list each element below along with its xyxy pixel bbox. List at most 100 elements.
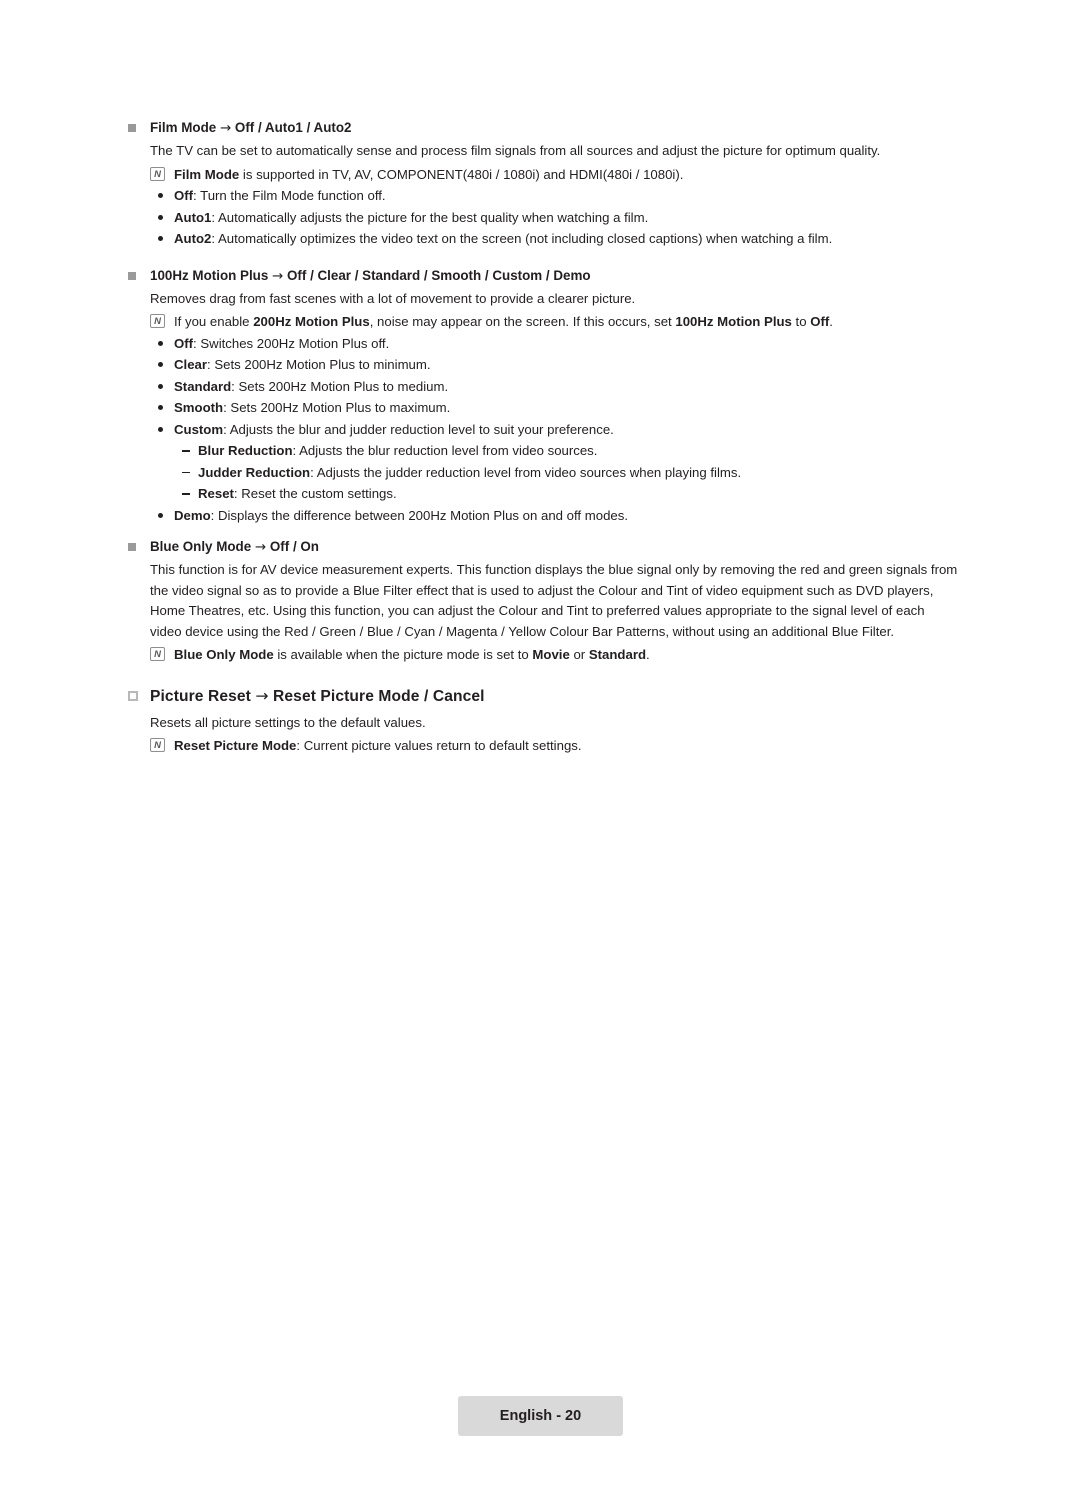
note-icon: N xyxy=(150,738,165,752)
square-bullet-icon xyxy=(128,271,136,280)
heading-options: Off / On xyxy=(269,539,319,554)
dash-bullet-icon xyxy=(182,493,190,495)
sub-desc: : Adjusts the blur reduction level from … xyxy=(292,443,598,458)
heading-label: Picture Reset xyxy=(150,687,251,705)
bullet-term: Auto2 xyxy=(174,231,212,246)
bullet-desc: : Sets 200Hz Motion Plus to minimum. xyxy=(207,357,431,372)
note-text: : Current picture values return to defau… xyxy=(296,738,582,753)
dot-bullet-icon xyxy=(158,383,163,389)
bullet-term: Smooth xyxy=(174,400,224,415)
bullet-desc: : Displays the difference between 200Hz … xyxy=(210,507,629,523)
note-text: to xyxy=(791,314,811,329)
section-blue-only-mode-heading: Blue Only Mode → Off / On xyxy=(128,537,958,558)
heading-label: Film Mode xyxy=(150,120,217,135)
bullet-desc: : Automatically optimizes the video text… xyxy=(211,231,833,246)
motion-plus-bullet-standard: Standard: Sets 200Hz Motion Plus to medi… xyxy=(128,377,958,398)
motion-plus-note: N If you enable 200Hz Motion Plus, noise… xyxy=(128,312,958,333)
note-text: is supported in TV, AV, COMPONENT(480i /… xyxy=(239,166,684,182)
bullet-term: Demo xyxy=(174,507,211,523)
heading-text: 100Hz Motion Plus → Off / Clear / Standa… xyxy=(150,266,958,287)
blue-only-mode-note: N Blue Only Mode is available when the p… xyxy=(128,645,958,666)
heading-text: Blue Only Mode → Off / On xyxy=(150,537,958,558)
motion-plus-intro: Removes drag from fast scenes with a lot… xyxy=(150,290,636,306)
sub-desc: : Adjusts the judder reduction level fro… xyxy=(310,464,742,480)
blue-only-mode-paragraph: This function is for AV device measureme… xyxy=(150,562,958,639)
picture-reset-note: N Reset Picture Mode: Current picture va… xyxy=(128,736,958,757)
square-bullet-icon xyxy=(128,124,136,132)
note-term: Film Mode xyxy=(174,166,240,182)
film-mode-bullet-off: Off: Turn the Film Mode function off. xyxy=(128,186,958,207)
picture-reset-intro: Resets all picture settings to the defau… xyxy=(150,714,426,730)
motion-plus-bullet-custom: Custom: Adjusts the blur and judder redu… xyxy=(128,420,958,441)
motion-plus-bullet-smooth: Smooth: Sets 200Hz Motion Plus to maximu… xyxy=(128,398,958,419)
motion-plus-bullet-off: Off: Switches 200Hz Motion Plus off. xyxy=(128,334,958,355)
note-text: . xyxy=(829,314,833,329)
arrow-icon: → xyxy=(272,268,284,284)
arrow-icon: → xyxy=(255,686,269,705)
sub-term: Judder Reduction xyxy=(198,464,311,480)
arrow-icon: → xyxy=(254,540,267,555)
note-text: If you enable xyxy=(174,314,254,329)
bullet-desc: : Adjusts the blur and judder reduction … xyxy=(223,421,614,437)
bullet-desc: : Turn the Film Mode function off. xyxy=(193,188,386,203)
note-term: 200Hz Motion Plus xyxy=(253,314,370,329)
dash-bullet-icon xyxy=(182,471,190,473)
motion-plus-bullet-clear: Clear: Sets 200Hz Motion Plus to minimum… xyxy=(128,355,958,376)
note-text: is available when the picture mode is se… xyxy=(273,647,533,662)
page-footer: English - 20 xyxy=(458,1396,623,1436)
dot-bullet-icon xyxy=(158,362,163,367)
sub-term: Reset xyxy=(198,486,234,501)
sub-desc: : Reset the custom settings. xyxy=(233,486,397,501)
bullet-term: Off xyxy=(174,335,194,351)
note-term: Off xyxy=(810,314,830,329)
bullet-term: Custom xyxy=(174,421,224,437)
note-term: Blue Only Mode xyxy=(174,647,274,662)
dot-bullet-icon xyxy=(158,405,163,410)
note-term: 100Hz Motion Plus xyxy=(675,314,792,329)
bullet-term: Standard xyxy=(174,378,232,394)
film-mode-note: N Film Mode is supported in TV, AV, COMP… xyxy=(128,165,958,186)
heading-options: Off / Auto1 / Auto2 xyxy=(234,120,352,135)
section-motion-plus-heading: 100Hz Motion Plus → Off / Clear / Standa… xyxy=(128,266,958,287)
heading-text: Film Mode → Off / Auto1 / Auto2 xyxy=(150,118,958,139)
page-number-label: English - 20 xyxy=(499,1408,582,1424)
note-term: Reset Picture Mode xyxy=(174,738,297,753)
heading-label: Blue Only Mode xyxy=(150,539,252,554)
bullet-term: Auto1 xyxy=(174,209,212,225)
section-picture-reset-heading: Picture Reset → Reset Picture Mode / Can… xyxy=(128,686,958,707)
motion-plus-sub-judder-reduction: Judder Reduction: Adjusts the judder red… xyxy=(128,463,958,484)
square-bullet-icon xyxy=(128,543,136,551)
note-term: Movie xyxy=(532,647,570,662)
note-icon: N xyxy=(150,647,165,661)
dot-bullet-icon xyxy=(158,340,163,346)
motion-plus-sub-blur-reduction: Blur Reduction: Adjusts the blur reducti… xyxy=(128,441,958,462)
bullet-desc: : Automatically adjusts the picture for … xyxy=(211,209,649,225)
film-mode-bullet-auto1: Auto1: Automatically adjusts the picture… xyxy=(128,208,958,229)
motion-plus-sub-reset: Reset: Reset the custom settings. xyxy=(128,484,958,505)
section-film-mode-heading: Film Mode → Off / Auto1 / Auto2 xyxy=(128,118,958,139)
bullet-desc: : Sets 200Hz Motion Plus to medium. xyxy=(231,378,449,394)
heading-label: 100Hz Motion Plus xyxy=(150,267,269,283)
film-mode-bullet-auto2: Auto2: Automatically optimizes the video… xyxy=(128,229,958,250)
film-mode-intro: The TV can be set to automatically sense… xyxy=(150,143,881,158)
bullet-desc: : Switches 200Hz Motion Plus off. xyxy=(193,335,390,351)
bullet-term: Clear xyxy=(174,357,207,372)
dot-bullet-icon xyxy=(158,426,163,432)
note-text: or xyxy=(569,647,589,662)
bullet-term: Off xyxy=(174,188,194,203)
note-text: . xyxy=(646,647,650,662)
heading-options: Off / Clear / Standard / Smooth / Custom… xyxy=(287,267,591,283)
note-icon: N xyxy=(150,314,165,328)
dash-bullet-icon xyxy=(182,450,190,452)
note-text: , noise may appear on the screen. If thi… xyxy=(369,314,676,329)
motion-plus-bullet-demo: Demo: Displays the difference between 20… xyxy=(128,506,958,527)
dot-bullet-icon xyxy=(158,193,163,198)
dot-bullet-icon xyxy=(158,236,163,241)
heading-text: Picture Reset → Reset Picture Mode / Can… xyxy=(150,686,958,707)
heading-options: Reset Picture Mode / Cancel xyxy=(273,687,485,705)
dot-bullet-icon xyxy=(158,214,163,220)
note-term: Standard xyxy=(588,647,647,662)
arrow-icon: → xyxy=(219,121,232,136)
sub-term: Blur Reduction xyxy=(198,443,293,458)
hollow-square-bullet-icon xyxy=(128,690,138,701)
